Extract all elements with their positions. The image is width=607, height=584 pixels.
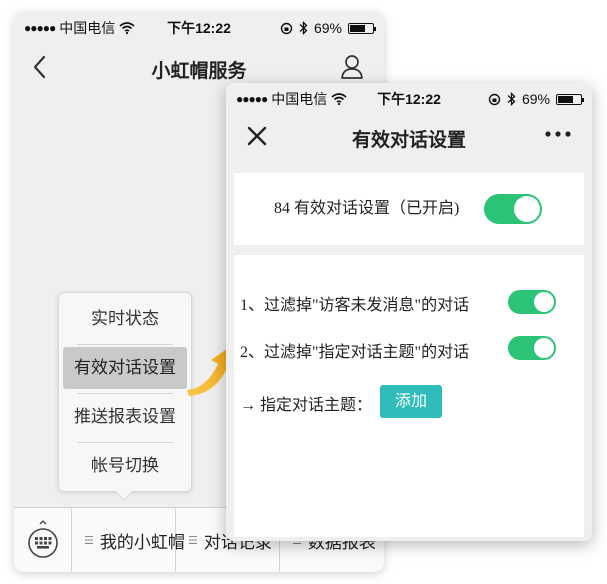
keyboard-icon	[27, 520, 58, 558]
rotation-lock-icon	[280, 22, 293, 34]
carrier-label: 中国电信	[59, 20, 116, 36]
toggle-knob	[534, 338, 554, 358]
menu-divider	[77, 344, 173, 345]
menu-lines-icon: ☰	[84, 534, 94, 547]
bluetooth-icon	[299, 21, 308, 35]
battery-icon	[348, 22, 376, 34]
rule-1-toggle[interactable]	[508, 290, 556, 314]
status-bar: ●●●●● 中国电信 下午12:22 69%	[14, 12, 384, 44]
battery-percent: 69%	[521, 91, 550, 107]
tab-my-xiaohongmao[interactable]: ☰ 我的小虹帽	[72, 508, 185, 572]
more-icon[interactable]	[544, 127, 572, 141]
battery-percent: 69%	[313, 20, 342, 36]
wifi-icon	[331, 93, 347, 105]
signal-dots-icon: ●●●●●	[24, 21, 56, 35]
menu-item-account-switch[interactable]: 帐号切换	[63, 445, 187, 487]
wifi-icon	[119, 22, 135, 34]
rule-2-toggle[interactable]	[508, 336, 556, 360]
rule-1-label: 1、过滤掉"访客未发消息"的对话	[240, 297, 470, 314]
toggle-knob	[514, 196, 540, 222]
add-topic-button[interactable]: 添加	[380, 385, 442, 418]
front-phone-screen: ●●●●● 中国电信 下午12:22 69% 有效对话设置 84 有效对话设置（…	[226, 83, 592, 541]
rule-2-label: 2、过滤掉"指定对话主题"的对话	[240, 344, 470, 361]
carrier-label: 中国电信	[271, 91, 328, 107]
menu-lines-icon: ☰	[188, 534, 198, 547]
nav-bar: 有效对话设置	[226, 117, 592, 157]
page-title: 有效对话设置	[351, 130, 466, 151]
user-icon[interactable]	[340, 54, 364, 80]
rotation-lock-icon	[488, 93, 501, 105]
popup-menu: 实时状态 有效对话设置 推送报表设置 帐号切换	[58, 292, 192, 492]
nav-bar: 小虹帽服务	[14, 46, 384, 88]
bluetooth-icon	[507, 92, 516, 106]
toggle-knob	[534, 292, 554, 312]
menu-item-push-report-settings[interactable]: 推送报表设置	[63, 396, 187, 438]
battery-icon	[556, 93, 584, 105]
keyboard-toggle-button[interactable]	[14, 508, 72, 572]
menu-item-valid-dialog-settings[interactable]: 有效对话设置	[63, 347, 187, 389]
main-setting-toggle[interactable]	[484, 194, 542, 224]
main-setting-label: 84 有效对话设置（已开启)	[274, 200, 460, 217]
signal-dots-icon: ●●●●●	[236, 92, 268, 106]
menu-divider	[77, 442, 173, 443]
topic-label: → 指定对话主题：	[240, 397, 373, 414]
rules-card: 1、过滤掉"访客未发消息"的对话 2、过滤掉"指定对话主题"的对话 → 指定对话…	[234, 255, 584, 537]
status-bar: ●●●●● 中国电信 下午12:22 69%	[226, 83, 592, 115]
menu-item-realtime-status[interactable]: 实时状态	[63, 298, 187, 340]
menu-divider	[77, 393, 173, 394]
dialog-count: 84	[274, 200, 290, 217]
page-title: 小虹帽服务	[151, 61, 247, 82]
main-setting-card: 84 有效对话设置（已开启)	[234, 173, 584, 245]
